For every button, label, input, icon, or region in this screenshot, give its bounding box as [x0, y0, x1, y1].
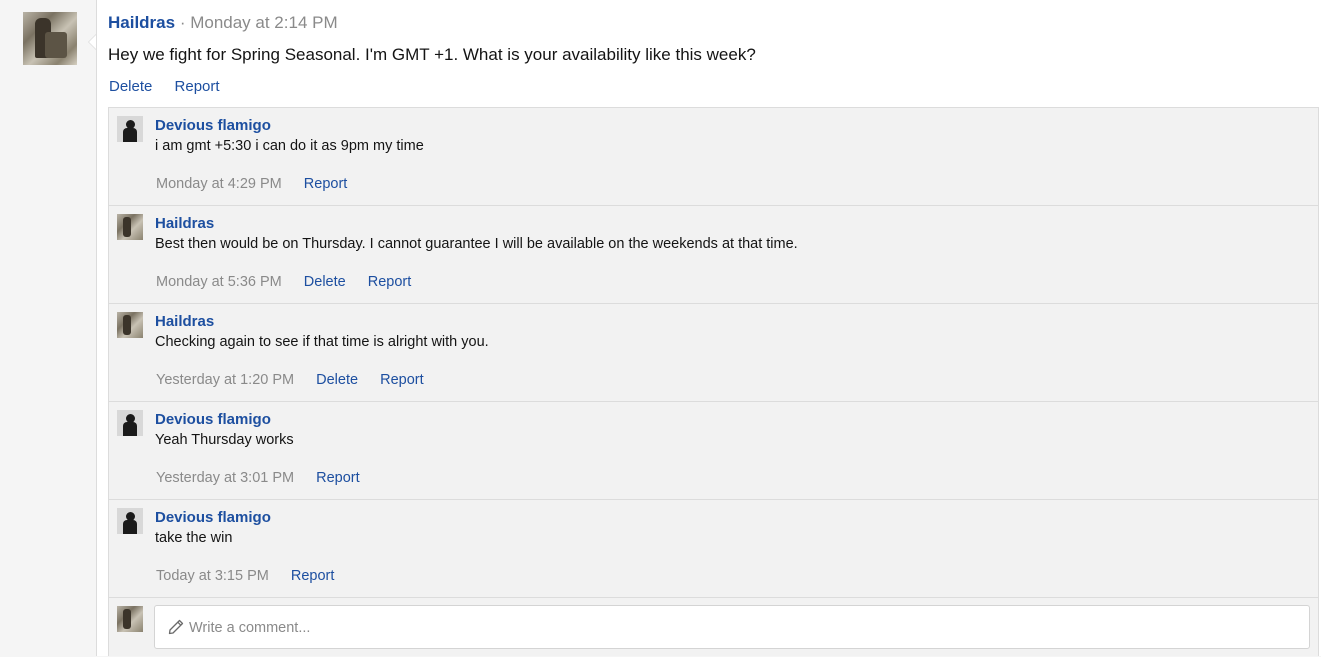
comment-item: Devious flamigo i am gmt +5:30 i can do … [109, 108, 1318, 206]
post-author-avatar[interactable] [23, 12, 77, 65]
comment-avatar[interactable] [117, 410, 143, 436]
comment-report-link[interactable]: Report [316, 470, 360, 486]
comment-message: Best then would be on Thursday. I cannot… [155, 236, 798, 252]
comment-avatar[interactable] [117, 214, 143, 240]
comment-item: Devious flamigo take the win Today at 3:… [109, 500, 1318, 598]
pencil-icon [168, 619, 184, 635]
comment-input[interactable]: Write a comment... [154, 605, 1310, 649]
comment-author[interactable]: Devious flamigo [155, 410, 271, 430]
post-author-name[interactable]: Haildras [108, 13, 175, 32]
post-actions: Delete Report [109, 77, 238, 97]
comment-timestamp: Yesterday at 1:20 PM [156, 372, 295, 388]
comment-report-link[interactable]: Report [368, 274, 412, 290]
comment-composer: Write a comment... [109, 598, 1318, 657]
comment-report-link[interactable]: Report [380, 372, 424, 388]
comment-input-placeholder: Write a comment... [189, 620, 311, 636]
comment-meta: Monday at 4:29 PM Report [156, 174, 365, 194]
comment-item: Haildras Best then would be on Thursday.… [109, 206, 1318, 304]
comment-author[interactable]: Haildras [155, 312, 214, 332]
comment-message: take the win [155, 530, 233, 546]
post-message: Hey we fight for Spring Seasonal. I'm GM… [108, 45, 756, 64]
comment-report-link[interactable]: Report [304, 176, 348, 192]
comment-meta: Yesterday at 3:01 PM Report [156, 468, 378, 488]
post-pointer-arrow [88, 34, 96, 50]
comment-meta: Yesterday at 1:20 PM Delete Report [156, 370, 442, 390]
comment-report-link[interactable]: Report [291, 568, 335, 584]
comment-item: Haildras Checking again to see if that t… [109, 304, 1318, 402]
comment-timestamp: Monday at 4:29 PM [156, 176, 282, 192]
comment-meta: Today at 3:15 PM Report [156, 566, 352, 586]
comment-item: Devious flamigo Yeah Thursday works Yest… [109, 402, 1318, 500]
comment-delete-link[interactable]: Delete [304, 274, 346, 290]
comment-author[interactable]: Haildras [155, 214, 214, 234]
comment-timestamp: Today at 3:15 PM [156, 568, 269, 584]
comment-author[interactable]: Devious flamigo [155, 508, 271, 528]
comment-delete-link[interactable]: Delete [316, 372, 358, 388]
comment-thread: Devious flamigo i am gmt +5:30 i can do … [108, 107, 1319, 656]
comment-timestamp: Yesterday at 3:01 PM [156, 470, 295, 486]
post-header: Haildras · Monday at 2:14 PM [108, 12, 338, 34]
comment-message: i am gmt +5:30 i can do it as 9pm my tim… [155, 138, 424, 154]
comment-message: Yeah Thursday works [155, 432, 294, 448]
comment-timestamp: Monday at 5:36 PM [156, 274, 282, 290]
comment-message: Checking again to see if that time is al… [155, 334, 489, 350]
comment-avatar[interactable] [117, 508, 143, 534]
post-separator: · [175, 13, 191, 32]
post-delete-link[interactable]: Delete [109, 78, 152, 95]
post-report-link[interactable]: Report [175, 78, 220, 95]
comment-meta: Monday at 5:36 PM Delete Report [156, 272, 429, 292]
current-user-avatar [117, 606, 143, 632]
comment-avatar[interactable] [117, 312, 143, 338]
post-timestamp: Monday at 2:14 PM [190, 13, 338, 32]
comment-author[interactable]: Devious flamigo [155, 116, 271, 136]
comment-avatar[interactable] [117, 116, 143, 142]
